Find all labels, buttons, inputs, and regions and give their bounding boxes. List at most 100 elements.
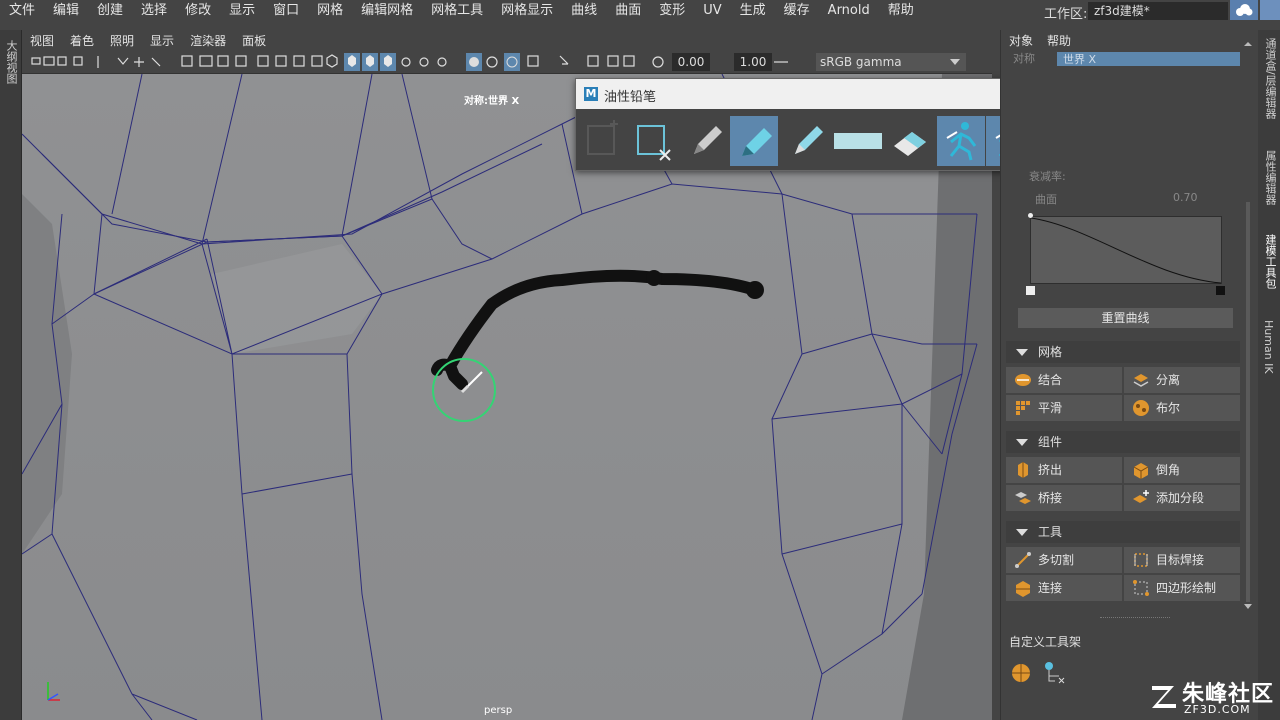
panel-menu: 对象 帮助 (1009, 32, 1085, 49)
zf-logo-icon (1152, 686, 1176, 708)
menu-window[interactable]: 窗口 (264, 0, 308, 22)
outliner-tab-label[interactable]: 大纲视图 (3, 40, 19, 84)
quad-draw-button[interactable]: 四边形绘制 (1124, 575, 1240, 601)
color-space-select[interactable]: sRGB gamma (816, 53, 966, 71)
shelf-divider[interactable] (1100, 617, 1170, 618)
workspace-select[interactable]: zf3d建模* (1088, 2, 1228, 20)
bevel-button[interactable]: 倒角 (1124, 457, 1240, 483)
curve-key-left[interactable] (1026, 286, 1035, 295)
menu-generate[interactable]: 生成 (731, 0, 775, 22)
menu-curves[interactable]: 曲线 (562, 0, 606, 22)
section-tools[interactable]: 工具 (1006, 521, 1240, 543)
outliner-strip[interactable]: 大纲视图 (0, 30, 22, 720)
menu-help[interactable]: 帮助 (879, 0, 923, 22)
connect-label: 连接 (1038, 581, 1063, 595)
panel-menu-view[interactable]: 视图 (22, 32, 62, 49)
menu-modify[interactable]: 修改 (176, 0, 220, 22)
reset-curve-button[interactable]: 重置曲线 (1018, 308, 1233, 328)
target-weld-button[interactable]: 目标焊接 (1124, 547, 1240, 573)
menu-select[interactable]: 选择 (132, 0, 176, 22)
panel-menu-renderer[interactable]: 渲染器 (182, 32, 234, 49)
bridge-button[interactable]: 桥接 (1006, 485, 1122, 511)
workspace-button[interactable] (1230, 0, 1258, 20)
menu-surfaces[interactable]: 曲面 (606, 0, 650, 22)
combine-button[interactable]: 结合 (1006, 367, 1122, 393)
shelf-clear-icon[interactable] (1042, 660, 1068, 686)
eraser-button[interactable] (886, 116, 934, 166)
symmetry-label: 对称 (1013, 52, 1035, 65)
menu-deform[interactable]: 变形 (650, 0, 694, 22)
menu-display[interactable]: 显示 (220, 0, 264, 22)
menu-edit[interactable]: 编辑 (44, 0, 88, 22)
extrude-icon (1018, 462, 1028, 478)
workspace-label: 工作区: (1044, 7, 1088, 22)
connect-button[interactable]: 连接 (1006, 575, 1122, 601)
curve-mode-select[interactable]: 曲面 (1035, 191, 1057, 207)
section-mesh[interactable]: 网格 (1006, 341, 1240, 363)
marker-button[interactable] (730, 116, 778, 166)
menu-uv[interactable]: UV (694, 0, 730, 22)
symmetry-label: 对称:世界 X (464, 96, 520, 107)
maya-logo-icon: M (584, 87, 598, 101)
panel-menu-help[interactable]: 帮助 (1047, 32, 1071, 49)
boolean-label: 布尔 (1156, 401, 1181, 415)
menu-mesh[interactable]: 网格 (308, 0, 352, 22)
add-frame-icon (587, 120, 618, 155)
panel-menu-object[interactable]: 对象 (1009, 32, 1033, 49)
menu-mesh-tools[interactable]: 网格工具 (422, 0, 492, 22)
combine-icon (1015, 374, 1031, 386)
curve-value-field[interactable]: 0.70 (1173, 191, 1198, 204)
multicut-button[interactable]: 多切割 (1006, 547, 1122, 573)
side-tabs: 通道盒/层编辑器 属性编辑器 建模工具包 Human IK (1258, 30, 1280, 720)
curve-key-right[interactable] (1216, 286, 1225, 295)
section-tools-title: 工具 (1038, 525, 1063, 539)
chevron-down-icon (950, 59, 960, 65)
watermark-en: ZF3D.COM (1184, 703, 1251, 716)
separate-button[interactable]: 分离 (1124, 367, 1240, 393)
add-frame-button[interactable] (578, 116, 626, 166)
tab-modeling-toolkit[interactable]: 建模工具包 (1262, 234, 1278, 289)
tab-channel-box[interactable]: 通道盒/层编辑器 (1262, 38, 1278, 119)
bridge-label: 桥接 (1038, 491, 1063, 505)
separate-icon (1133, 374, 1149, 387)
panel-menu-lighting[interactable]: 照明 (102, 32, 142, 49)
boolean-button[interactable]: 布尔 (1124, 395, 1240, 421)
smooth-button[interactable]: 平滑 (1006, 395, 1122, 421)
curve-key-top[interactable] (1028, 213, 1033, 218)
connect-icon (1016, 581, 1030, 597)
combine-label: 结合 (1038, 373, 1063, 387)
gamma-field[interactable]: 1.00 (734, 53, 772, 71)
panel-menu-show[interactable]: 显示 (142, 32, 182, 49)
multicut-icon (1015, 552, 1031, 568)
panel-menu-shading[interactable]: 着色 (62, 32, 102, 49)
exposure-field[interactable]: 0.00 (672, 53, 710, 71)
eraser-icon (894, 132, 926, 156)
soft-pencil-button[interactable] (781, 116, 829, 166)
ghost-previous-button[interactable] (937, 116, 985, 166)
brush-size-button[interactable] (832, 116, 886, 166)
menu-create[interactable]: 创建 (88, 0, 132, 22)
panel-scrollbar[interactable] (1243, 42, 1253, 612)
menu-arnold[interactable]: Arnold (819, 0, 879, 22)
tab-attribute-editor[interactable]: 属性编辑器 (1262, 150, 1278, 205)
soft-pencil-icon (795, 126, 823, 154)
panel-menu-panels[interactable]: 面板 (234, 32, 274, 49)
menu-file[interactable]: 文件 (0, 0, 44, 22)
pencil-button[interactable] (680, 116, 728, 166)
falloff-curve-graph[interactable] (1030, 216, 1222, 284)
workspace-extra-button[interactable] (1260, 0, 1280, 20)
menu-cache[interactable]: 缓存 (775, 0, 819, 22)
shelf-boolean-icon[interactable] (1010, 662, 1032, 684)
add-divisions-button[interactable]: 添加分段 (1124, 485, 1240, 511)
tab-human-ik[interactable]: Human IK (1262, 320, 1275, 374)
menu-mesh-display[interactable]: 网格显示 (492, 0, 562, 22)
target-weld-label: 目标焊接 (1156, 553, 1205, 567)
clear-frame-button[interactable] (630, 116, 678, 166)
symmetry-select[interactable]: 世界 X (1057, 52, 1240, 66)
menu-edit-mesh[interactable]: 编辑网格 (352, 0, 422, 22)
brush-size-icon (834, 133, 882, 149)
bridge-icon (1015, 492, 1031, 504)
extrude-button[interactable]: 挤出 (1006, 457, 1122, 483)
symmetry-value: 世界 X (1063, 53, 1097, 66)
section-components[interactable]: 组件 (1006, 431, 1240, 453)
